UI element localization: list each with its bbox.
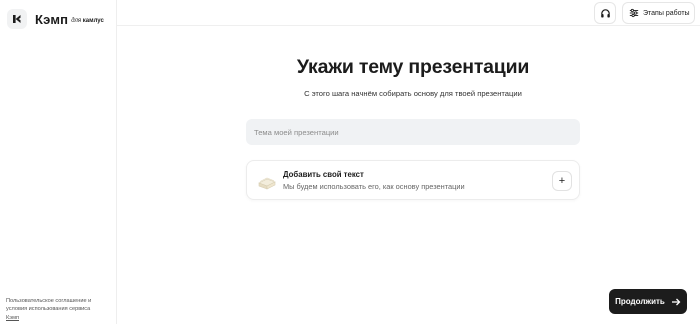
- sliders-icon: [629, 8, 639, 18]
- brand-subtitle: для камлус: [71, 18, 104, 24]
- support-button[interactable]: [594, 2, 616, 24]
- continue-button-label: Продолжить: [615, 297, 665, 306]
- headphones-icon: [600, 8, 610, 18]
- page-title: Укажи тему презентации: [296, 56, 530, 78]
- brand-subtitle-name: камлус: [82, 17, 104, 24]
- paper-stack-icon: [258, 177, 276, 190]
- add-text-description: Мы будем использовать его, как основу пр…: [283, 182, 465, 191]
- brand-name: Кэмп: [35, 11, 69, 27]
- stages-button-label: Этапы работы: [643, 9, 690, 17]
- legal-link[interactable]: Кэмп: [6, 315, 19, 321]
- topic-input[interactable]: [246, 119, 580, 145]
- add-text-button[interactable]: +: [552, 171, 572, 191]
- logo[interactable]: Кэмп для камлус: [7, 9, 104, 29]
- continue-button[interactable]: Продолжить: [609, 289, 687, 314]
- add-text-card[interactable]: Добавить свой текст Мы будем использоват…: [246, 160, 580, 200]
- add-text-title: Добавить свой текст: [283, 170, 364, 179]
- brand-subtitle-prefix: для: [71, 17, 82, 24]
- logo-mark-icon: [7, 9, 27, 29]
- page-subtitle: С этого шага начнём собирать основу для …: [304, 89, 522, 98]
- stages-button[interactable]: Этапы работы: [622, 2, 695, 24]
- header-divider: [117, 25, 700, 26]
- sidebar: Кэмп для камлус Пользовательское соглаше…: [0, 0, 117, 324]
- legal-notice: Пользовательское соглашение и условия ис…: [6, 297, 110, 322]
- arrow-right-icon: [671, 298, 681, 305]
- legal-text: Пользовательское соглашение и условия ис…: [6, 298, 92, 313]
- plus-icon: +: [558, 174, 566, 187]
